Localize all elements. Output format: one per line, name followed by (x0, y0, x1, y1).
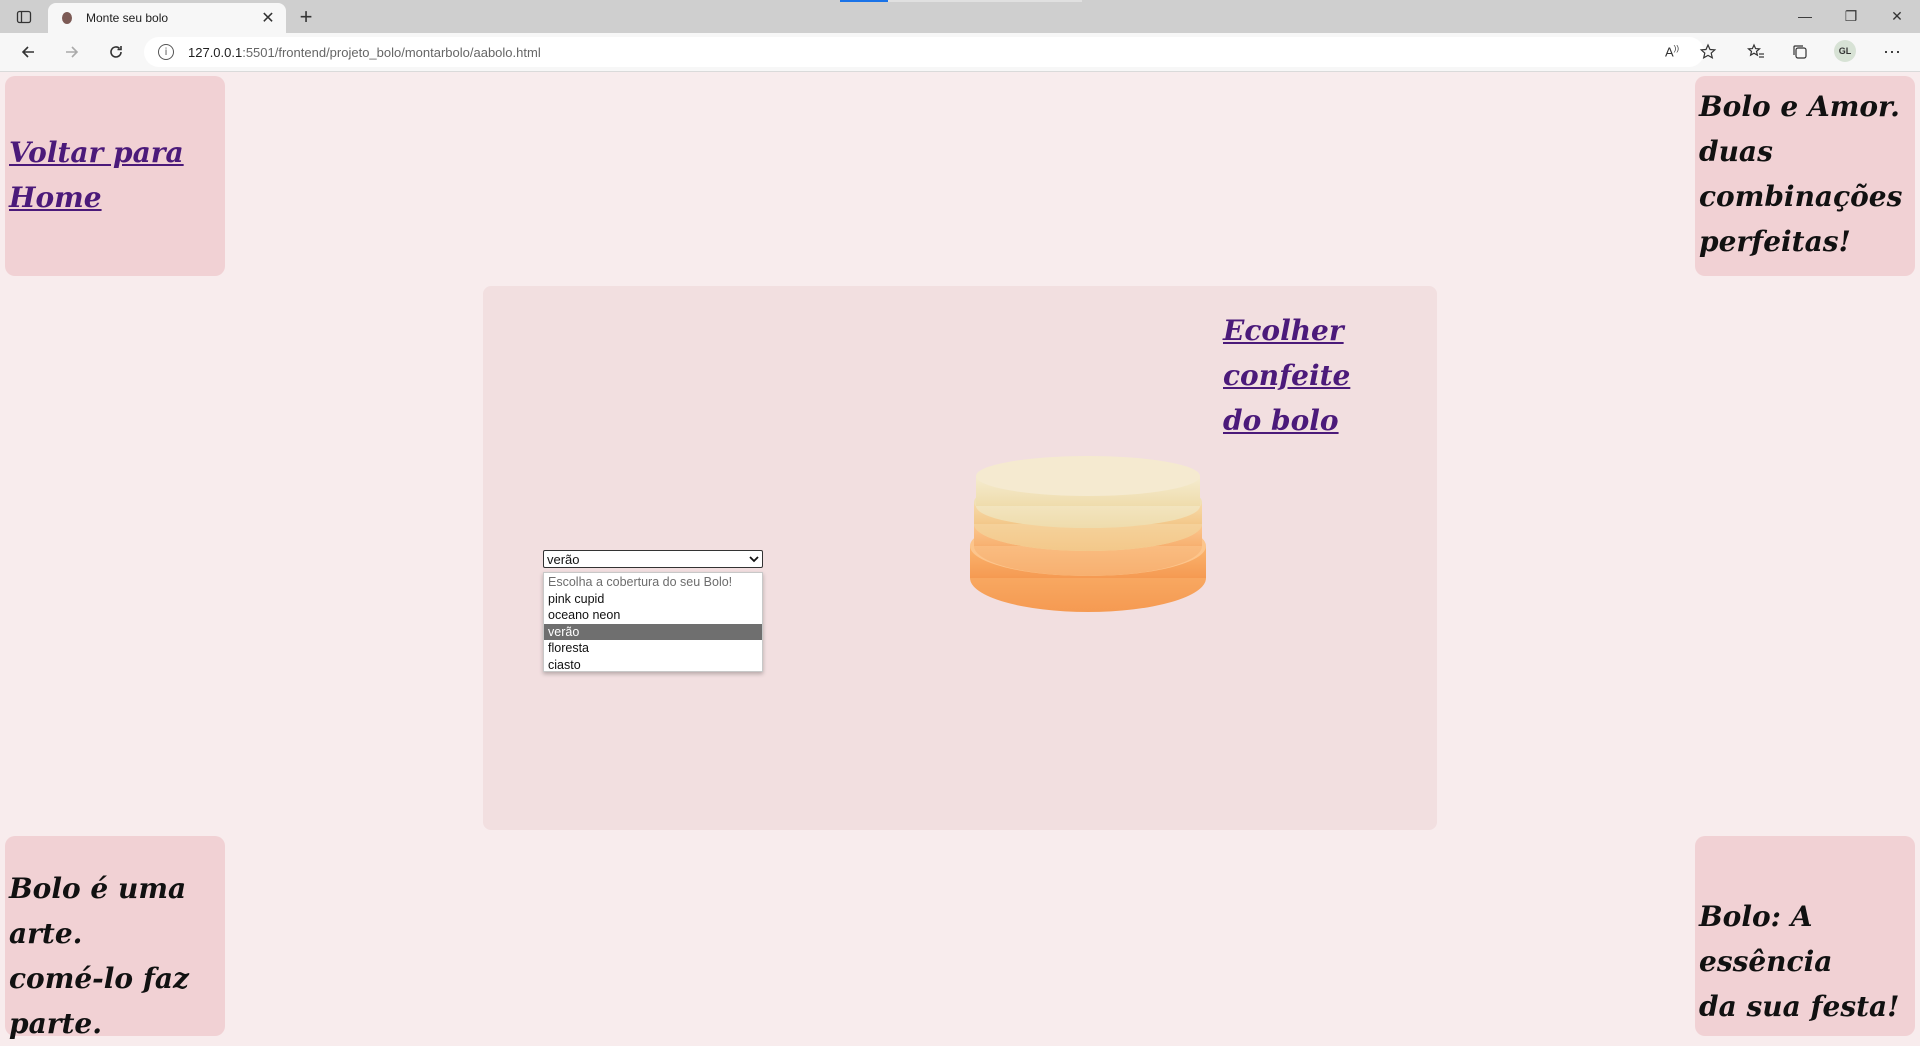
quote-line: Bolo é uma arte. (9, 872, 187, 950)
chevron-down-icon (746, 555, 762, 563)
dropdown-option[interactable]: ciasto (544, 657, 762, 674)
home-link-line1: Voltar para (9, 136, 184, 169)
quote-line: Bolo e Amor. (1699, 90, 1900, 123)
cobertura-select[interactable]: verão (543, 550, 763, 568)
quote-line: combinações (1699, 180, 1903, 213)
dropdown-option[interactable]: pink cupid (544, 591, 762, 608)
cobertura-selected-value: verão (547, 551, 580, 567)
quote-line: Bolo: A essência (1699, 900, 1833, 978)
read-aloud-icon[interactable]: A)) (1658, 39, 1686, 65)
site-info-icon[interactable]: i (158, 44, 174, 60)
quote-line: comé-lo faz (9, 962, 189, 995)
browser-address-bar: i 127.0.0.1 :5501/frontend/projeto_bolo/… (0, 33, 1920, 72)
quote-card-top-right: Bolo e Amor. duas combinações perfeitas! (1695, 76, 1915, 276)
home-link-line2: Home (9, 181, 102, 214)
profile-avatar[interactable]: GL (1834, 40, 1856, 62)
back-icon[interactable] (14, 39, 42, 65)
url-path: :5501/frontend/projeto_bolo/montarbolo/a… (242, 44, 541, 60)
loading-track (888, 0, 1082, 2)
url-field[interactable]: i 127.0.0.1 :5501/frontend/projeto_bolo/… (144, 37, 1704, 67)
dropdown-option[interactable]: floresta (544, 640, 762, 657)
dropdown-option-placeholder: Escolha a cobertura do seu Bolo! (548, 575, 733, 589)
cake-builder-panel: Ecolher confeite do bolo verão Escolha a… (483, 286, 1437, 830)
browser-tab-active[interactable]: Monte seu bolo ✕ (48, 3, 286, 33)
quote-line: perfeitas! (1699, 225, 1851, 258)
quote-card-bottom-right: Bolo: A essência da sua festa! (1695, 836, 1915, 1036)
url-host: 127.0.0.1 (188, 44, 243, 60)
collections-icon[interactable] (1786, 39, 1814, 65)
favorites-icon[interactable] (1742, 39, 1770, 65)
minimize-icon[interactable]: — (1782, 4, 1828, 28)
window-close-icon[interactable]: ✕ (1874, 4, 1920, 28)
reload-icon[interactable] (102, 39, 130, 65)
choose-topping-line1: Ecolher confeite (1223, 314, 1351, 392)
forward-icon[interactable] (58, 39, 86, 65)
tab-close-icon[interactable]: ✕ (258, 8, 278, 28)
home-link[interactable]: Voltar para Home (9, 136, 184, 214)
choose-topping-line2: do bolo (1223, 404, 1339, 437)
dropdown-option-selected[interactable]: verão (544, 623, 762, 640)
more-menu-icon[interactable]: ⋯ (1878, 39, 1906, 65)
home-card: Voltar para Home (5, 76, 225, 276)
choose-topping-link[interactable]: Ecolher confeite do bolo (1223, 308, 1433, 443)
quote-card-bottom-left: Bolo é uma arte. comé-lo faz parte. (5, 836, 225, 1040)
favicon-icon (62, 12, 72, 24)
cake-illustration (970, 456, 1206, 612)
tab-title: Monte seu bolo (86, 11, 169, 25)
quote-line: parte. (9, 1007, 102, 1040)
tab-actions-icon[interactable] (10, 6, 38, 28)
quote-line: duas (1699, 135, 1773, 168)
dropdown-option[interactable]: oceano neon (544, 607, 762, 624)
quote-line: da sua festa! (1699, 990, 1900, 1023)
restore-icon[interactable]: ❐ (1828, 4, 1874, 28)
browser-tab-bar: Monte seu bolo ✕ + — ❐ ✕ (0, 0, 1920, 33)
cobertura-dropdown-list: Escolha a cobertura do seu Bolo! pink cu… (543, 572, 763, 672)
loading-indicator (840, 0, 888, 2)
add-favorite-icon[interactable] (1694, 39, 1722, 65)
new-tab-button[interactable]: + (292, 4, 320, 29)
